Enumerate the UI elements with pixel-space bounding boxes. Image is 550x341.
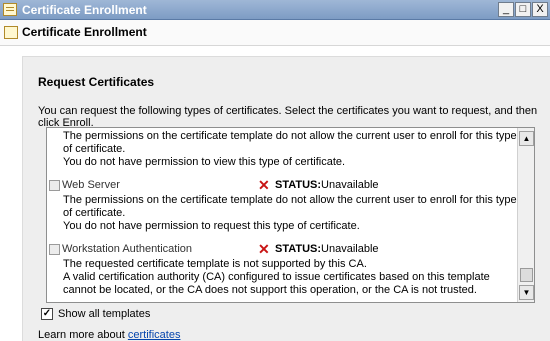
- section-description: You can request the following types of c…: [38, 105, 538, 129]
- scroll-thumb[interactable]: [520, 268, 533, 282]
- certificates-link[interactable]: certificates: [128, 329, 181, 341]
- title-bar: Certificate Enrollment _ □ X: [0, 0, 550, 20]
- list-item-partial: The permissions on the certificate templ…: [47, 130, 518, 169]
- item-message: You do not have permission to request th…: [63, 220, 360, 232]
- x-icon: ✕: [258, 241, 270, 257]
- scroll-up-button[interactable]: ▲: [519, 131, 534, 146]
- wizard-header: Certificate Enrollment: [0, 20, 550, 46]
- workstation-authentication-checkbox[interactable]: [49, 244, 60, 255]
- vertical-scrollbar[interactable]: ▲ ▼: [517, 128, 534, 302]
- list-item-web-server[interactable]: Web Server ✕ STATUS:Unavailable The perm…: [47, 177, 518, 233]
- item-name: Web Server: [62, 179, 120, 191]
- minimize-button[interactable]: _: [498, 2, 514, 17]
- close-button[interactable]: X: [532, 2, 548, 17]
- web-server-checkbox[interactable]: [49, 180, 60, 191]
- item-message: You do not have permission to view this …: [63, 156, 346, 168]
- show-all-templates-label: Show all templates: [58, 308, 151, 320]
- learn-more: Learn more about certificates: [38, 329, 180, 341]
- list-item-workstation-authentication[interactable]: Workstation Authentication ✕ STATUS:Unav…: [47, 241, 518, 297]
- certificate-icon: [4, 26, 18, 39]
- item-name: Workstation Authentication: [62, 243, 193, 255]
- status-text: STATUS:Unavailable: [275, 243, 379, 255]
- x-icon: ✕: [258, 177, 270, 193]
- maximize-button[interactable]: □: [515, 2, 531, 17]
- item-message: A valid certification authority (CA) con…: [63, 271, 490, 296]
- item-message: The permissions on the certificate templ…: [63, 194, 517, 219]
- show-all-templates-checkbox[interactable]: ✓: [41, 308, 53, 320]
- wizard-title: Certificate Enrollment: [22, 25, 147, 39]
- item-message: The permissions on the certificate templ…: [63, 130, 517, 155]
- certificate-list-content: The permissions on the certificate templ…: [47, 128, 518, 302]
- item-message: The requested certificate template is no…: [63, 258, 367, 270]
- wizard-panel: Request Certificates You can request the…: [0, 46, 550, 341]
- section-title: Request Certificates: [38, 75, 155, 89]
- scroll-down-button[interactable]: ▼: [519, 285, 534, 300]
- window-title: Certificate Enrollment: [22, 3, 147, 17]
- certificate-icon: [3, 3, 17, 16]
- certificate-list[interactable]: The permissions on the certificate templ…: [46, 127, 535, 303]
- learn-more-text: Learn more about: [38, 329, 128, 341]
- content-area: Request Certificates You can request the…: [22, 56, 550, 341]
- status-text: STATUS:Unavailable: [275, 179, 379, 191]
